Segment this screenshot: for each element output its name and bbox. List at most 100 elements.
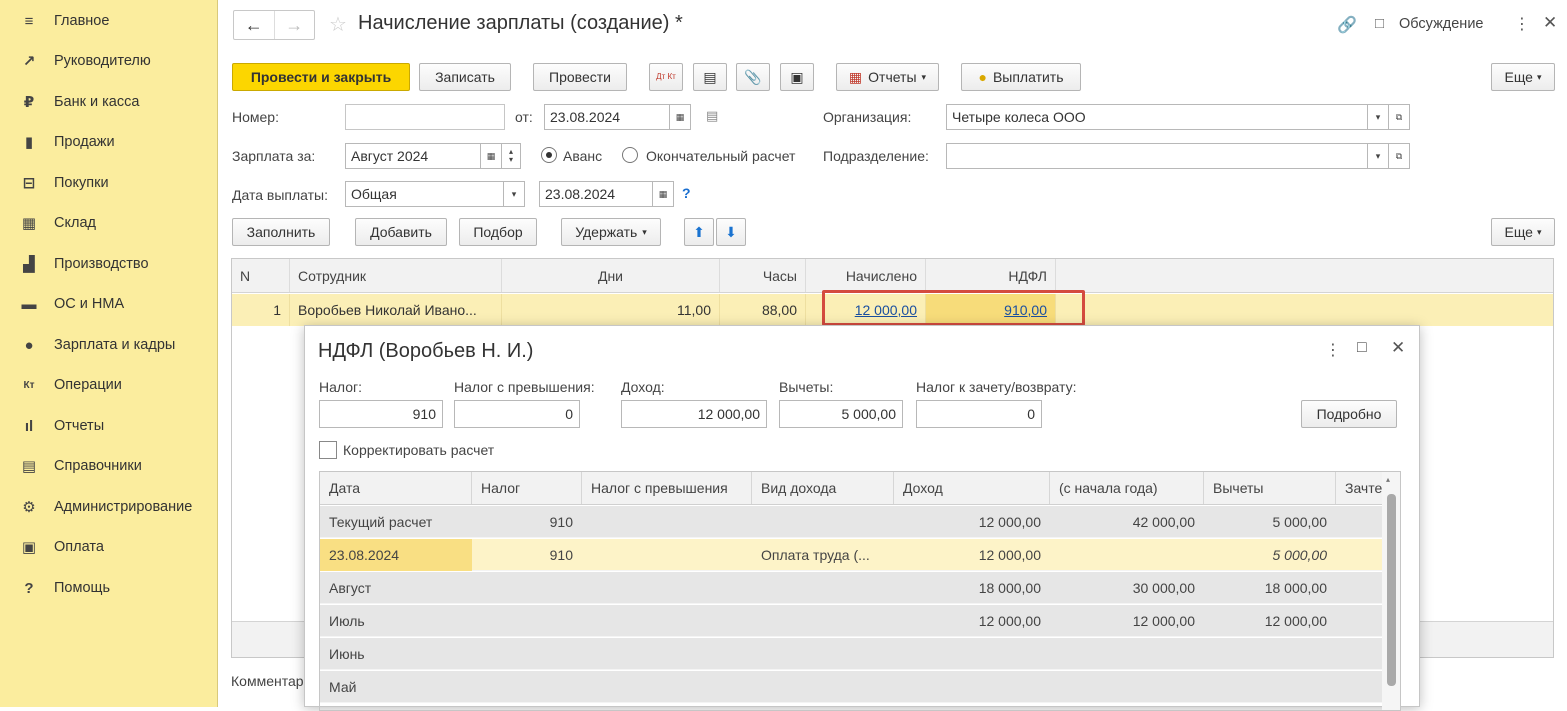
discussion-icon[interactable]: □ [1375,15,1384,32]
sidebar-item-payment[interactable]: ▣ Оплата [0,527,218,567]
column-header[interactable]: Вычеты [1204,472,1336,504]
deductions-field[interactable]: 5 000,00 [779,400,903,428]
column-header[interactable]: Налог с превышения [582,472,752,504]
table-more-button[interactable]: Еще ▾ [1491,218,1555,246]
withhold-button[interactable]: Удержать ▾ [561,218,661,246]
calendar-icon[interactable]: ▦ [669,104,691,130]
days-cell[interactable]: 11,00 [502,294,720,326]
deductions-cell[interactable]: 5 000,00 [1204,539,1336,571]
reports-button[interactable]: ▦ Отчеты ▾ [836,63,939,91]
table-row[interactable]: Текущий расчет 910 12 000,00 42 000,00 5… [320,506,1382,538]
post-button[interactable]: Провести [533,63,627,91]
more-button[interactable]: Еще ▾ [1491,63,1555,91]
sidebar-item-sales[interactable]: ▮ Продажи [0,122,218,162]
move-up-icon[interactable]: ⬆ [684,218,714,246]
number-field[interactable] [345,104,505,130]
organization-field[interactable]: Четыре колеса ООО [946,104,1368,130]
pay-button[interactable]: ● Выплатить [961,63,1081,91]
details-button[interactable]: Подробно [1301,400,1397,428]
sidebar-item-help[interactable]: ? Помощь [0,568,218,608]
pay-date-field[interactable]: 23.08.2024 [539,181,653,207]
paperclip-icon[interactable]: 📎 [736,63,770,91]
table-row[interactable]: Май [320,671,1382,703]
maximize-icon[interactable]: □ [1357,339,1367,357]
income-kind-cell[interactable]: Оплата труда (... [752,539,894,571]
sidebar-item-catalogs[interactable]: ▤ Справочники [0,446,218,486]
vertical-scrollbar[interactable]: ▴ [1382,472,1400,710]
document-icon[interactable]: ▤ [693,63,727,91]
column-header[interactable]: Налог [472,472,582,504]
column-header[interactable]: Начислено [806,259,926,292]
column-header[interactable]: Сотрудник [290,259,502,292]
sidebar-item-production[interactable]: ▟ Производство [0,244,218,284]
open-icon[interactable]: ⧉ [1388,104,1410,130]
period-stepper[interactable]: ▴ ▾ [501,143,521,169]
sidebar-item-salary[interactable]: ● Зарплата и кадры [0,325,218,365]
column-header[interactable]: Дни [502,259,720,292]
correct-calc-checkbox[interactable] [319,441,337,459]
table-row[interactable]: Июль 12 000,00 12 000,00 12 000,00 [320,605,1382,637]
tax-field[interactable]: 910 [319,400,443,428]
forward-arrow-icon[interactable]: → [275,11,315,39]
final-calc-radio[interactable] [622,147,638,163]
income-field[interactable]: 12 000,00 [621,400,767,428]
income-cell[interactable]: 12 000,00 [894,539,1050,571]
chevron-down-icon[interactable]: ▾ [503,181,525,207]
close-icon[interactable]: ✕ [1543,13,1557,33]
add-button[interactable]: Добавить [355,218,447,246]
sidebar-item-main[interactable]: ≡ Главное [0,1,218,41]
table-row[interactable]: Июнь [320,638,1382,670]
chevron-down-icon[interactable]: ▾ [1367,143,1389,169]
more-vertical-icon[interactable]: ⋮ [1325,340,1341,360]
scrollbar-thumb[interactable] [1387,494,1396,686]
sidebar-item-operations[interactable]: Кт Операции [0,365,218,405]
sidebar-item-admin[interactable]: ⚙ Администрирование [0,487,218,527]
back-arrow-icon[interactable]: ← [234,11,275,39]
hours-cell[interactable]: 88,00 [720,294,806,326]
star-icon[interactable]: ☆ [329,12,347,37]
table-row[interactable]: Август 18 000,00 30 000,00 18 000,00 [320,572,1382,604]
notes-icon[interactable]: ▤ [706,108,718,124]
advance-radio[interactable] [541,147,557,163]
discussion-link[interactable]: Обсуждение [1399,16,1483,32]
fill-button[interactable]: Заполнить [232,218,330,246]
structure-icon[interactable]: ▣ [780,63,814,91]
column-header[interactable]: Часы [720,259,806,292]
sidebar-item-reports[interactable]: ıl Отчеты [0,406,218,446]
pay-type-select[interactable]: Общая [345,181,505,207]
column-header[interactable]: НДФЛ [926,259,1056,292]
column-header[interactable]: Зачте [1336,472,1384,504]
sidebar-item-assets[interactable]: ▬ ОС и НМА [0,284,218,324]
ytd-cell[interactable] [1050,539,1204,571]
excess-tax-field[interactable]: 0 [454,400,580,428]
department-field[interactable] [946,143,1368,169]
sidebar-item-manager[interactable]: ↗ Руководителю [0,41,218,81]
sidebar-item-bank[interactable]: ₽ Банк и касса [0,82,218,122]
calendar-icon[interactable]: ▦ [480,143,502,169]
document-date-field[interactable]: 23.08.2024 [544,104,670,130]
sidebar-item-purchases[interactable]: ⊟ Покупки [0,163,218,203]
calendar-icon[interactable]: ▦ [652,181,674,207]
column-header[interactable]: Дата [320,472,472,504]
sidebar-item-warehouse[interactable]: ▦ Склад [0,203,218,243]
open-icon[interactable]: ⧉ [1388,143,1410,169]
dt-kt-icon[interactable]: Дт Кт [649,63,683,91]
move-down-icon[interactable]: ⬇ [716,218,746,246]
post-and-close-button[interactable]: Провести и закрыть [232,63,410,91]
select-button[interactable]: Подбор [459,218,537,246]
tax-cell[interactable]: 910 [472,539,582,571]
column-header[interactable]: Доход [894,472,1050,504]
date-cell[interactable]: 23.08.2024 [320,539,472,571]
column-header[interactable]: N [232,259,290,292]
more-vertical-icon[interactable]: ⋮ [1514,14,1530,34]
employee-cell[interactable]: Воробьев Николай Ивано... [290,294,502,326]
offset-field[interactable]: 0 [916,400,1042,428]
link-icon[interactable]: 🔗 [1337,15,1357,35]
save-button[interactable]: Записать [419,63,511,91]
column-header[interactable]: (с начала года) [1050,472,1204,504]
close-icon[interactable]: ✕ [1391,338,1405,358]
table-row[interactable]: 23.08.2024 910 Оплата труда (... 12 000,… [320,539,1382,571]
scroll-up-icon[interactable]: ▴ [1386,475,1390,484]
column-header[interactable]: Вид дохода [752,472,894,504]
excess-cell[interactable] [582,539,752,571]
